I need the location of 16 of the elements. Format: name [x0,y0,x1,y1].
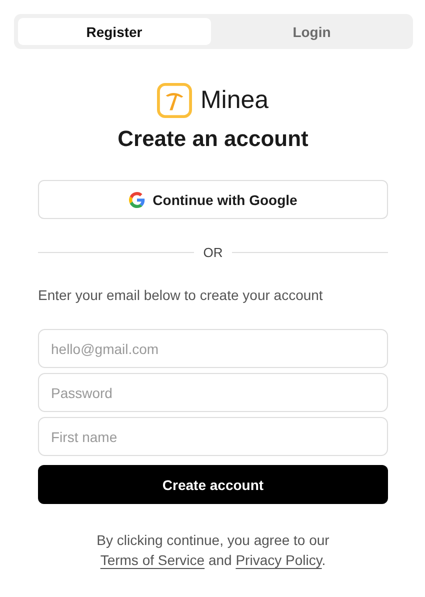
google-button[interactable]: Continue with Google [38,180,388,219]
terms-link[interactable]: Terms of Service [100,552,205,568]
legal-notice: By clicking continue, you agree to our Terms of Service and Privacy Policy. [96,531,330,570]
divider-label: OR [203,245,223,260]
pickaxe-logo-icon [157,83,192,118]
privacy-link[interactable]: Privacy Policy [236,552,322,568]
google-icon [128,192,145,208]
brand-name: Minea [200,86,269,115]
input-field[interactable]: hello@gmail.com [38,329,388,368]
tab[interactable]: Register [18,18,211,45]
create-account-button[interactable]: Create account [38,465,388,504]
tab[interactable]: Login [215,18,408,45]
instruction-text: Enter your email below to create your account [38,287,324,303]
page-heading: Create an account [118,126,308,152]
input-field[interactable]: Password [38,373,388,412]
input-field[interactable]: First name [38,417,388,456]
